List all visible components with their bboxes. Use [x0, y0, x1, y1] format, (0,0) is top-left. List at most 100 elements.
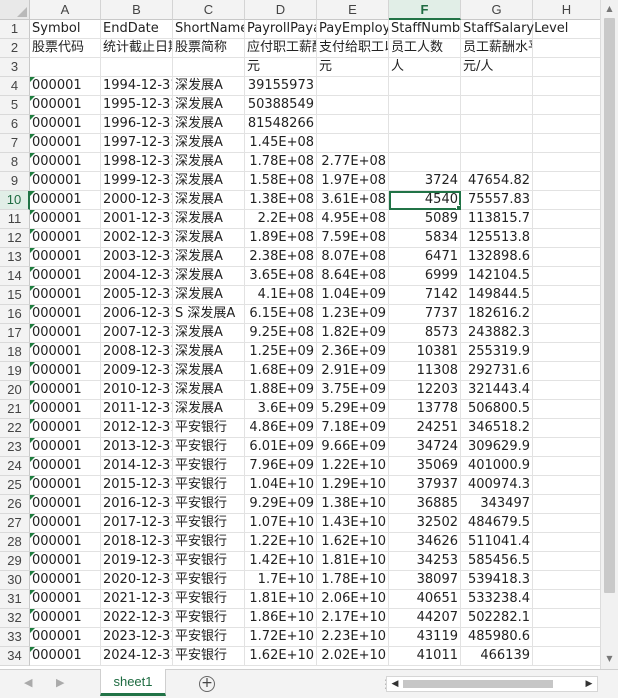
cell-e12[interactable]: 7.59E+08	[317, 229, 389, 248]
cell-f10[interactable]: 4540	[389, 191, 461, 210]
cell-c22[interactable]: 平安银行	[173, 419, 245, 438]
cell-c10[interactable]: 深发展A	[173, 191, 245, 210]
cell-d32[interactable]: 1.86E+10	[245, 609, 317, 628]
cell-g33[interactable]: 485980.6	[461, 628, 533, 647]
cell-e3[interactable]: 元	[317, 58, 389, 77]
cell-f26[interactable]: 36885	[389, 495, 461, 514]
horizontal-scrollbar-thumb[interactable]	[403, 680, 553, 688]
cell-c25[interactable]: 平安银行	[173, 476, 245, 495]
cell-b29[interactable]: 2019-12-31	[101, 552, 173, 571]
cell-a26[interactable]: 000001	[30, 495, 101, 514]
cell-f22[interactable]: 24251	[389, 419, 461, 438]
cell-c2[interactable]: 股票简称	[173, 39, 245, 58]
cell-h27[interactable]	[533, 514, 600, 533]
cell-f17[interactable]: 8573	[389, 324, 461, 343]
cell-e21[interactable]: 5.29E+09	[317, 400, 389, 419]
cell-h28[interactable]	[533, 533, 600, 552]
cell-e25[interactable]: 1.29E+10	[317, 476, 389, 495]
cell-f8[interactable]	[389, 153, 461, 172]
row-header[interactable]: 15	[0, 286, 30, 305]
cell-c34[interactable]: 平安银行	[173, 647, 245, 666]
row-header[interactable]: 29	[0, 552, 30, 571]
column-header-a[interactable]: A	[30, 0, 101, 20]
row-header[interactable]: 25	[0, 476, 30, 495]
cell-e2[interactable]: 支付给职工以及为职工支付的现金	[317, 39, 389, 58]
cell-a15[interactable]: 000001	[30, 286, 101, 305]
cell-e8[interactable]: 2.77E+08	[317, 153, 389, 172]
cell-c30[interactable]: 平安银行	[173, 571, 245, 590]
cell-a9[interactable]: 000001	[30, 172, 101, 191]
cell-h19[interactable]	[533, 362, 600, 381]
cell-h17[interactable]	[533, 324, 600, 343]
cell-h3[interactable]	[533, 58, 600, 77]
row-header[interactable]: 34	[0, 647, 30, 666]
cell-d15[interactable]: 4.1E+08	[245, 286, 317, 305]
cell-a25[interactable]: 000001	[30, 476, 101, 495]
row-header[interactable]: 12	[0, 229, 30, 248]
row-header[interactable]: 13	[0, 248, 30, 267]
cell-d17[interactable]: 9.25E+08	[245, 324, 317, 343]
cell-c3[interactable]	[173, 58, 245, 77]
cell-b11[interactable]: 2001-12-31	[101, 210, 173, 229]
cell-f11[interactable]: 5089	[389, 210, 461, 229]
cell-c7[interactable]: 深发展A	[173, 134, 245, 153]
cell-d27[interactable]: 1.07E+10	[245, 514, 317, 533]
cell-d25[interactable]: 1.04E+10	[245, 476, 317, 495]
cell-e30[interactable]: 1.78E+10	[317, 571, 389, 590]
cell-b23[interactable]: 2013-12-31	[101, 438, 173, 457]
cell-g11[interactable]: 113815.7	[461, 210, 533, 229]
cell-a20[interactable]: 000001	[30, 381, 101, 400]
cell-e9[interactable]: 1.97E+08	[317, 172, 389, 191]
cell-h30[interactable]	[533, 571, 600, 590]
cell-h16[interactable]	[533, 305, 600, 324]
cell-a21[interactable]: 000001	[30, 400, 101, 419]
cell-g21[interactable]: 506800.5	[461, 400, 533, 419]
cell-f14[interactable]: 6999	[389, 267, 461, 286]
cell-a30[interactable]: 000001	[30, 571, 101, 590]
cell-c29[interactable]: 平安银行	[173, 552, 245, 571]
cell-b2[interactable]: 统计截止日期	[101, 39, 173, 58]
cell-g22[interactable]: 346518.2	[461, 419, 533, 438]
cell-f21[interactable]: 13778	[389, 400, 461, 419]
column-header-c[interactable]: C	[173, 0, 245, 20]
cell-e6[interactable]	[317, 115, 389, 134]
cell-a3[interactable]	[30, 58, 101, 77]
cell-b14[interactable]: 2004-12-31	[101, 267, 173, 286]
cell-a7[interactable]: 000001	[30, 134, 101, 153]
cell-e34[interactable]: 2.02E+10	[317, 647, 389, 666]
row-header[interactable]: 3	[0, 58, 30, 77]
cell-a22[interactable]: 000001	[30, 419, 101, 438]
add-sheet-icon[interactable]: +	[199, 676, 215, 692]
cell-f6[interactable]	[389, 115, 461, 134]
column-header-d[interactable]: D	[245, 0, 317, 20]
column-header-g[interactable]: G	[461, 0, 533, 20]
row-header[interactable]: 31	[0, 590, 30, 609]
cell-d12[interactable]: 1.89E+08	[245, 229, 317, 248]
cell-d33[interactable]: 1.72E+10	[245, 628, 317, 647]
row-header[interactable]: 21	[0, 400, 30, 419]
cell-c15[interactable]: 深发展A	[173, 286, 245, 305]
row-header[interactable]: 1	[0, 20, 30, 39]
horizontal-scrollbar[interactable]: ◀ ▶	[386, 676, 598, 692]
cell-c16[interactable]: S 深发展A	[173, 305, 245, 324]
row-header[interactable]: 6	[0, 115, 30, 134]
cell-g23[interactable]: 309629.9	[461, 438, 533, 457]
row-header[interactable]: 27	[0, 514, 30, 533]
cell-h18[interactable]	[533, 343, 600, 362]
cell-a11[interactable]: 000001	[30, 210, 101, 229]
cell-h6[interactable]	[533, 115, 600, 134]
row-header[interactable]: 17	[0, 324, 30, 343]
cell-f32[interactable]: 44207	[389, 609, 461, 628]
cell-c23[interactable]: 平安银行	[173, 438, 245, 457]
cell-d23[interactable]: 6.01E+09	[245, 438, 317, 457]
column-header-b[interactable]: B	[101, 0, 173, 20]
cell-g3[interactable]: 元/人	[461, 58, 533, 77]
row-header[interactable]: 32	[0, 609, 30, 628]
cell-f33[interactable]: 43119	[389, 628, 461, 647]
cell-a14[interactable]: 000001	[30, 267, 101, 286]
cell-b4[interactable]: 1994-12-31	[101, 77, 173, 96]
cell-a17[interactable]: 000001	[30, 324, 101, 343]
cell-c9[interactable]: 深发展A	[173, 172, 245, 191]
cell-b34[interactable]: 2024-12-31	[101, 647, 173, 666]
cell-g13[interactable]: 132898.6	[461, 248, 533, 267]
